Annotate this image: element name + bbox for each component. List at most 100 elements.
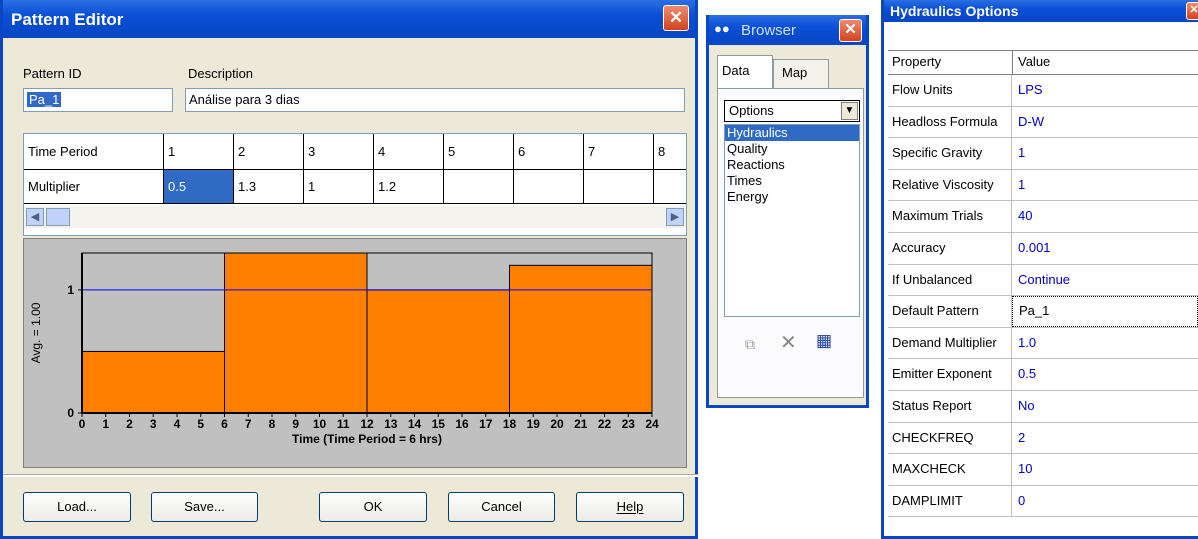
options-list-item[interactable]: Hydraulics bbox=[725, 125, 859, 141]
hydraulics-titlebar[interactable]: Hydraulics Options ✕ bbox=[884, 0, 1198, 22]
property-row[interactable]: Status Report No bbox=[888, 391, 1198, 423]
close-icon: ✕ bbox=[1189, 4, 1198, 16]
property-name: CHECKFREQ bbox=[888, 422, 1012, 454]
x-tick-label: 2 bbox=[126, 417, 133, 431]
property-row[interactable]: Demand Multiplier 1.0 bbox=[888, 327, 1198, 360]
x-tick-label: 6 bbox=[221, 417, 228, 431]
edit-icon[interactable]: ▦ bbox=[816, 331, 832, 351]
pattern-id-value: Pa_1 bbox=[27, 92, 62, 107]
property-row[interactable]: Maximum Trials 40 bbox=[888, 201, 1198, 233]
property-value[interactable]: 40 bbox=[1012, 201, 1198, 232]
scroll-thumb[interactable] bbox=[46, 208, 70, 226]
delete-icon[interactable]: ✕ bbox=[780, 330, 797, 355]
close-button[interactable]: ✕ bbox=[663, 5, 689, 31]
hydraulics-close-button[interactable]: ✕ bbox=[1186, 2, 1198, 20]
grid-multiplier-cell[interactable] bbox=[584, 170, 654, 204]
property-name: Emitter Exponent bbox=[888, 359, 1012, 390]
property-row[interactable]: Default Pattern Pa_1 bbox=[888, 296, 1198, 328]
property-name: Relative Viscosity bbox=[888, 169, 1012, 201]
property-value[interactable]: 10 bbox=[1012, 454, 1198, 485]
property-value[interactable]: 1 bbox=[1012, 138, 1198, 169]
property-row[interactable]: Flow Units LPS bbox=[888, 75, 1198, 107]
chevron-down-icon[interactable]: ▼ bbox=[841, 102, 858, 120]
pattern-bar bbox=[81, 350, 225, 414]
description-field[interactable]: Análise para 3 dias bbox=[185, 88, 685, 112]
grid-multiplier-cell[interactable]: 1 bbox=[304, 170, 374, 204]
options-list-item[interactable]: Times bbox=[725, 173, 859, 189]
browser-close-button[interactable]: ✕ bbox=[839, 19, 862, 42]
property-header-divider bbox=[1012, 51, 1013, 74]
property-row[interactable]: CHECKFREQ 2 bbox=[888, 422, 1198, 455]
property-row[interactable]: Headloss Formula D-W bbox=[888, 106, 1198, 139]
help-button[interactable]: Help bbox=[576, 492, 684, 522]
pattern-editor-titlebar[interactable]: Pattern Editor ✕ bbox=[3, 0, 695, 38]
y-tick-label: 0 bbox=[67, 406, 74, 420]
pattern-id-field[interactable]: Pa_1 bbox=[23, 88, 173, 112]
property-value[interactable]: 0 bbox=[1012, 485, 1198, 517]
x-tick-label: 20 bbox=[550, 417, 564, 431]
grid-scrollbar[interactable]: ◀ ▶ bbox=[24, 206, 686, 228]
grid-multiplier-cell[interactable]: 0.5 bbox=[164, 170, 234, 204]
options-list-item[interactable]: Quality bbox=[725, 141, 859, 157]
property-row[interactable]: Accuracy 0.001 bbox=[888, 233, 1198, 265]
footer-divider bbox=[3, 474, 698, 477]
grid-period-header: 7 bbox=[584, 134, 654, 170]
property-row[interactable]: DAMPLIMIT 0 bbox=[888, 485, 1198, 518]
grid-multiplier-cell[interactable]: 1.3 bbox=[234, 170, 304, 204]
property-value[interactable]: LPS bbox=[1012, 75, 1198, 106]
property-header-row: Property Value bbox=[888, 50, 1198, 75]
scroll-left-icon[interactable]: ◀ bbox=[26, 208, 44, 226]
load-button[interactable]: Load... bbox=[23, 492, 131, 522]
property-value[interactable]: No bbox=[1012, 391, 1198, 422]
property-value[interactable]: 2 bbox=[1012, 422, 1198, 454]
property-value[interactable]: 0.5 bbox=[1012, 359, 1198, 390]
x-tick-label: 9 bbox=[292, 417, 299, 431]
property-name: Flow Units bbox=[888, 75, 1012, 106]
x-tick-label: 0 bbox=[79, 417, 86, 431]
property-value[interactable]: Continue bbox=[1012, 264, 1198, 296]
property-name: MAXCHECK bbox=[888, 454, 1012, 485]
value-header-label: Value bbox=[1018, 54, 1051, 69]
pattern-bar bbox=[509, 264, 653, 414]
grid-period-header: 4 bbox=[374, 134, 444, 170]
x-tick-label: 10 bbox=[313, 417, 327, 431]
options-list-item[interactable]: Reactions bbox=[725, 157, 859, 173]
ok-button[interactable]: OK bbox=[319, 492, 427, 522]
grid-multiplier-cell[interactable] bbox=[514, 170, 584, 204]
property-value[interactable]: D-W bbox=[1012, 106, 1198, 138]
y-tick-label: 1 bbox=[67, 283, 74, 297]
save-button[interactable]: Save... bbox=[151, 492, 258, 522]
browser-title: Browser bbox=[741, 22, 797, 39]
property-value[interactable]: Pa_1 bbox=[1012, 296, 1198, 327]
property-name: Status Report bbox=[888, 391, 1012, 422]
pattern-grid: Time Period Multiplier 1 0.5 2 1.3 3 1 4 1.2 5 6 7… bbox=[23, 133, 687, 236]
tab-map[interactable]: Map bbox=[773, 59, 829, 89]
property-row[interactable]: Relative Viscosity 1 bbox=[888, 169, 1198, 202]
grid-period-header: 6 bbox=[514, 134, 584, 170]
property-name: Demand Multiplier bbox=[888, 327, 1012, 359]
property-row[interactable]: If Unbalanced Continue bbox=[888, 264, 1198, 297]
property-value[interactable]: 0.001 bbox=[1012, 233, 1198, 264]
add-icon[interactable]: ⧉ bbox=[745, 336, 755, 353]
pattern-editor-window: Pattern Editor ✕ Pattern ID Description … bbox=[0, 0, 698, 539]
scroll-right-icon[interactable]: ▶ bbox=[666, 208, 684, 226]
property-value[interactable]: 1.0 bbox=[1012, 327, 1198, 359]
property-value[interactable]: 1 bbox=[1012, 169, 1198, 201]
property-row[interactable]: Specific Gravity 1 bbox=[888, 138, 1198, 170]
grid-multiplier-cell[interactable] bbox=[444, 170, 514, 204]
options-list-item[interactable]: Energy bbox=[725, 189, 859, 205]
tab-map-label: Map bbox=[782, 65, 808, 80]
property-row[interactable]: MAXCHECK 10 bbox=[888, 454, 1198, 486]
property-name: DAMPLIMIT bbox=[888, 485, 1012, 517]
cancel-button[interactable]: Cancel bbox=[448, 492, 555, 522]
grid-multiplier-cell[interactable] bbox=[654, 170, 686, 204]
y-axis-label: Avg. = 1.00 bbox=[29, 302, 43, 363]
grid-multiplier-cell[interactable]: 1.2 bbox=[374, 170, 444, 204]
grid-period-header: 5 bbox=[444, 134, 514, 170]
grid-header-label: Time Period bbox=[24, 134, 164, 170]
tab-data[interactable]: Data bbox=[717, 55, 773, 89]
browser-titlebar[interactable]: ●● Browser ✕ bbox=[709, 15, 866, 45]
x-tick-label: 12 bbox=[360, 417, 374, 431]
options-dropdown[interactable]: Options ▼ bbox=[724, 100, 860, 122]
property-row[interactable]: Emitter Exponent 0.5 bbox=[888, 359, 1198, 391]
